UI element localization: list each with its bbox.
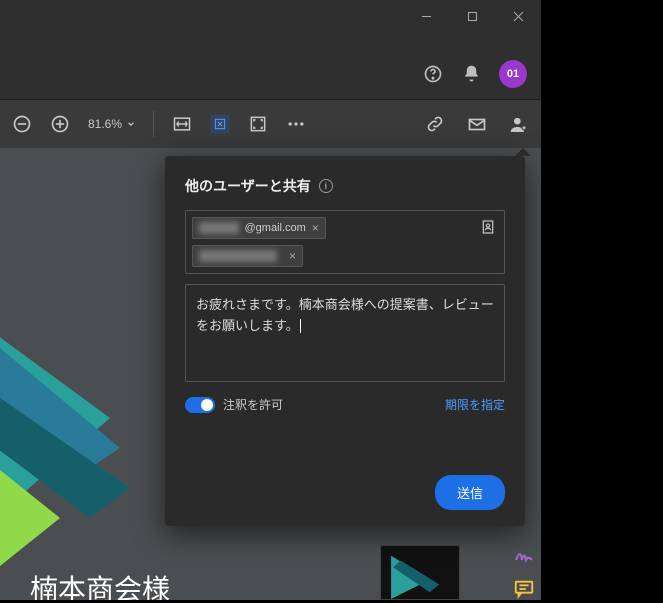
help-icon[interactable] — [423, 64, 443, 84]
more-icon[interactable] — [286, 114, 306, 134]
toolbar: 81.6% — [0, 100, 541, 148]
fullscreen-icon[interactable] — [248, 114, 268, 134]
share-options-row: 注釈を許可 期限を指定 — [185, 396, 505, 413]
recipient-redacted: xxxxx — [199, 222, 239, 234]
zoom-level-value: 81.6% — [88, 117, 122, 131]
comment-icon[interactable] — [510, 575, 538, 603]
share-link-icon[interactable] — [425, 114, 445, 134]
allow-comments-toggle[interactable] — [185, 397, 215, 413]
share-popover: 他のユーザーと共有 i xxxxx @gmail.com × xxxxxxxxx… — [165, 156, 525, 526]
titlebar — [0, 0, 541, 48]
popover-arrow — [515, 148, 531, 156]
recipient-suffix: @gmail.com — [245, 222, 306, 234]
add-person-icon[interactable] — [509, 114, 529, 134]
message-text: お疲れさまです。楠本商会様への提案書、レビューをお願いします。 — [196, 297, 494, 333]
document-heading: 楠本商会様 — [30, 568, 170, 600]
zoom-in-icon[interactable] — [50, 114, 70, 134]
minimize-button[interactable] — [403, 0, 449, 32]
address-book-icon[interactable] — [478, 217, 498, 237]
send-row: 送信 — [185, 455, 505, 510]
set-deadline-link[interactable]: 期限を指定 — [445, 396, 505, 413]
app-window: 01 81.6% — [0, 0, 541, 600]
maximize-button[interactable] — [449, 0, 495, 32]
page-artwork — [0, 308, 180, 600]
recipients-field[interactable]: xxxxx @gmail.com × xxxxxxxxxxxx × — [185, 210, 505, 274]
window-controls — [403, 0, 541, 32]
zoom-out-icon[interactable] — [12, 114, 32, 134]
close-button[interactable] — [495, 0, 541, 32]
allow-comments-toggle-wrap: 注釈を許可 — [185, 396, 283, 413]
zoom-level-dropdown[interactable]: 81.6% — [88, 117, 135, 131]
chevron-down-icon — [127, 120, 135, 128]
message-textarea[interactable]: お疲れさまです。楠本商会様への提案書、レビューをお願いします。 — [185, 284, 505, 382]
signature-icon[interactable] — [510, 540, 538, 568]
fit-page-icon[interactable] — [210, 114, 230, 134]
recipient-chip[interactable]: xxxxx @gmail.com × — [192, 217, 326, 239]
app-header: 01 — [0, 48, 541, 100]
bell-icon[interactable] — [461, 64, 481, 84]
share-title-row: 他のユーザーと共有 i — [185, 176, 505, 196]
fit-width-icon[interactable] — [172, 114, 192, 134]
avatar[interactable]: 01 — [499, 60, 527, 88]
send-button[interactable]: 送信 — [435, 475, 505, 510]
email-icon[interactable] — [467, 114, 487, 134]
recipient-redacted: xxxxxxxxxxxx — [199, 250, 277, 262]
divider — [153, 111, 154, 137]
page-thumbnail[interactable] — [380, 545, 460, 600]
remove-recipient-icon[interactable]: × — [312, 221, 319, 235]
info-icon[interactable]: i — [319, 179, 333, 193]
share-title: 他のユーザーと共有 — [185, 176, 311, 196]
text-cursor — [300, 319, 301, 333]
recipient-chip[interactable]: xxxxxxxxxxxx × — [192, 245, 303, 267]
remove-recipient-icon[interactable]: × — [289, 249, 296, 263]
allow-comments-label: 注釈を許可 — [223, 396, 283, 413]
